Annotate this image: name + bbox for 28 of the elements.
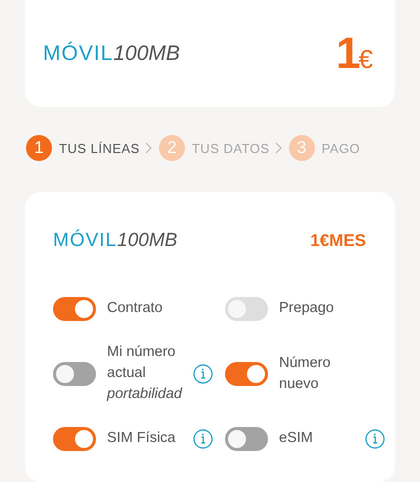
option-label: Prepago [279,299,335,318]
step-number: 1 [26,135,52,161]
price-label: 1€MES [310,231,366,251]
step-label[interactable]: TUS LÍNEAS [59,140,140,156]
option-label: eSIM [279,429,314,448]
step-label[interactable]: PAGO [322,140,360,156]
toggle-switch[interactable] [53,362,96,386]
step-number: 2 [158,135,185,161]
plan-brand: MÓVIL [43,42,114,66]
option-label: Número nuevo [279,354,332,394]
toggle-switch[interactable] [225,426,268,450]
step-label[interactable]: TUS DATOS [192,140,270,156]
plan-data: 100MB [117,230,178,252]
toggle-switch[interactable] [225,362,268,386]
plan-data: 100MB [113,42,180,66]
option-label: Contrato [107,299,164,318]
info-icon[interactable] [365,428,385,448]
toggle-switch[interactable] [53,426,96,450]
option-label: Mi número actual portabilidad [107,343,184,404]
chevron-icon [144,142,153,154]
toggle-switch[interactable] [53,296,96,320]
info-icon[interactable] [193,428,213,448]
step-number: 3 [288,135,315,161]
option-label: SIM Física [107,429,176,448]
plan-brand: MÓVIL [53,230,118,252]
price-label: 1€ [336,32,373,76]
chevron-icon [274,142,283,154]
info-icon[interactable] [193,364,213,384]
